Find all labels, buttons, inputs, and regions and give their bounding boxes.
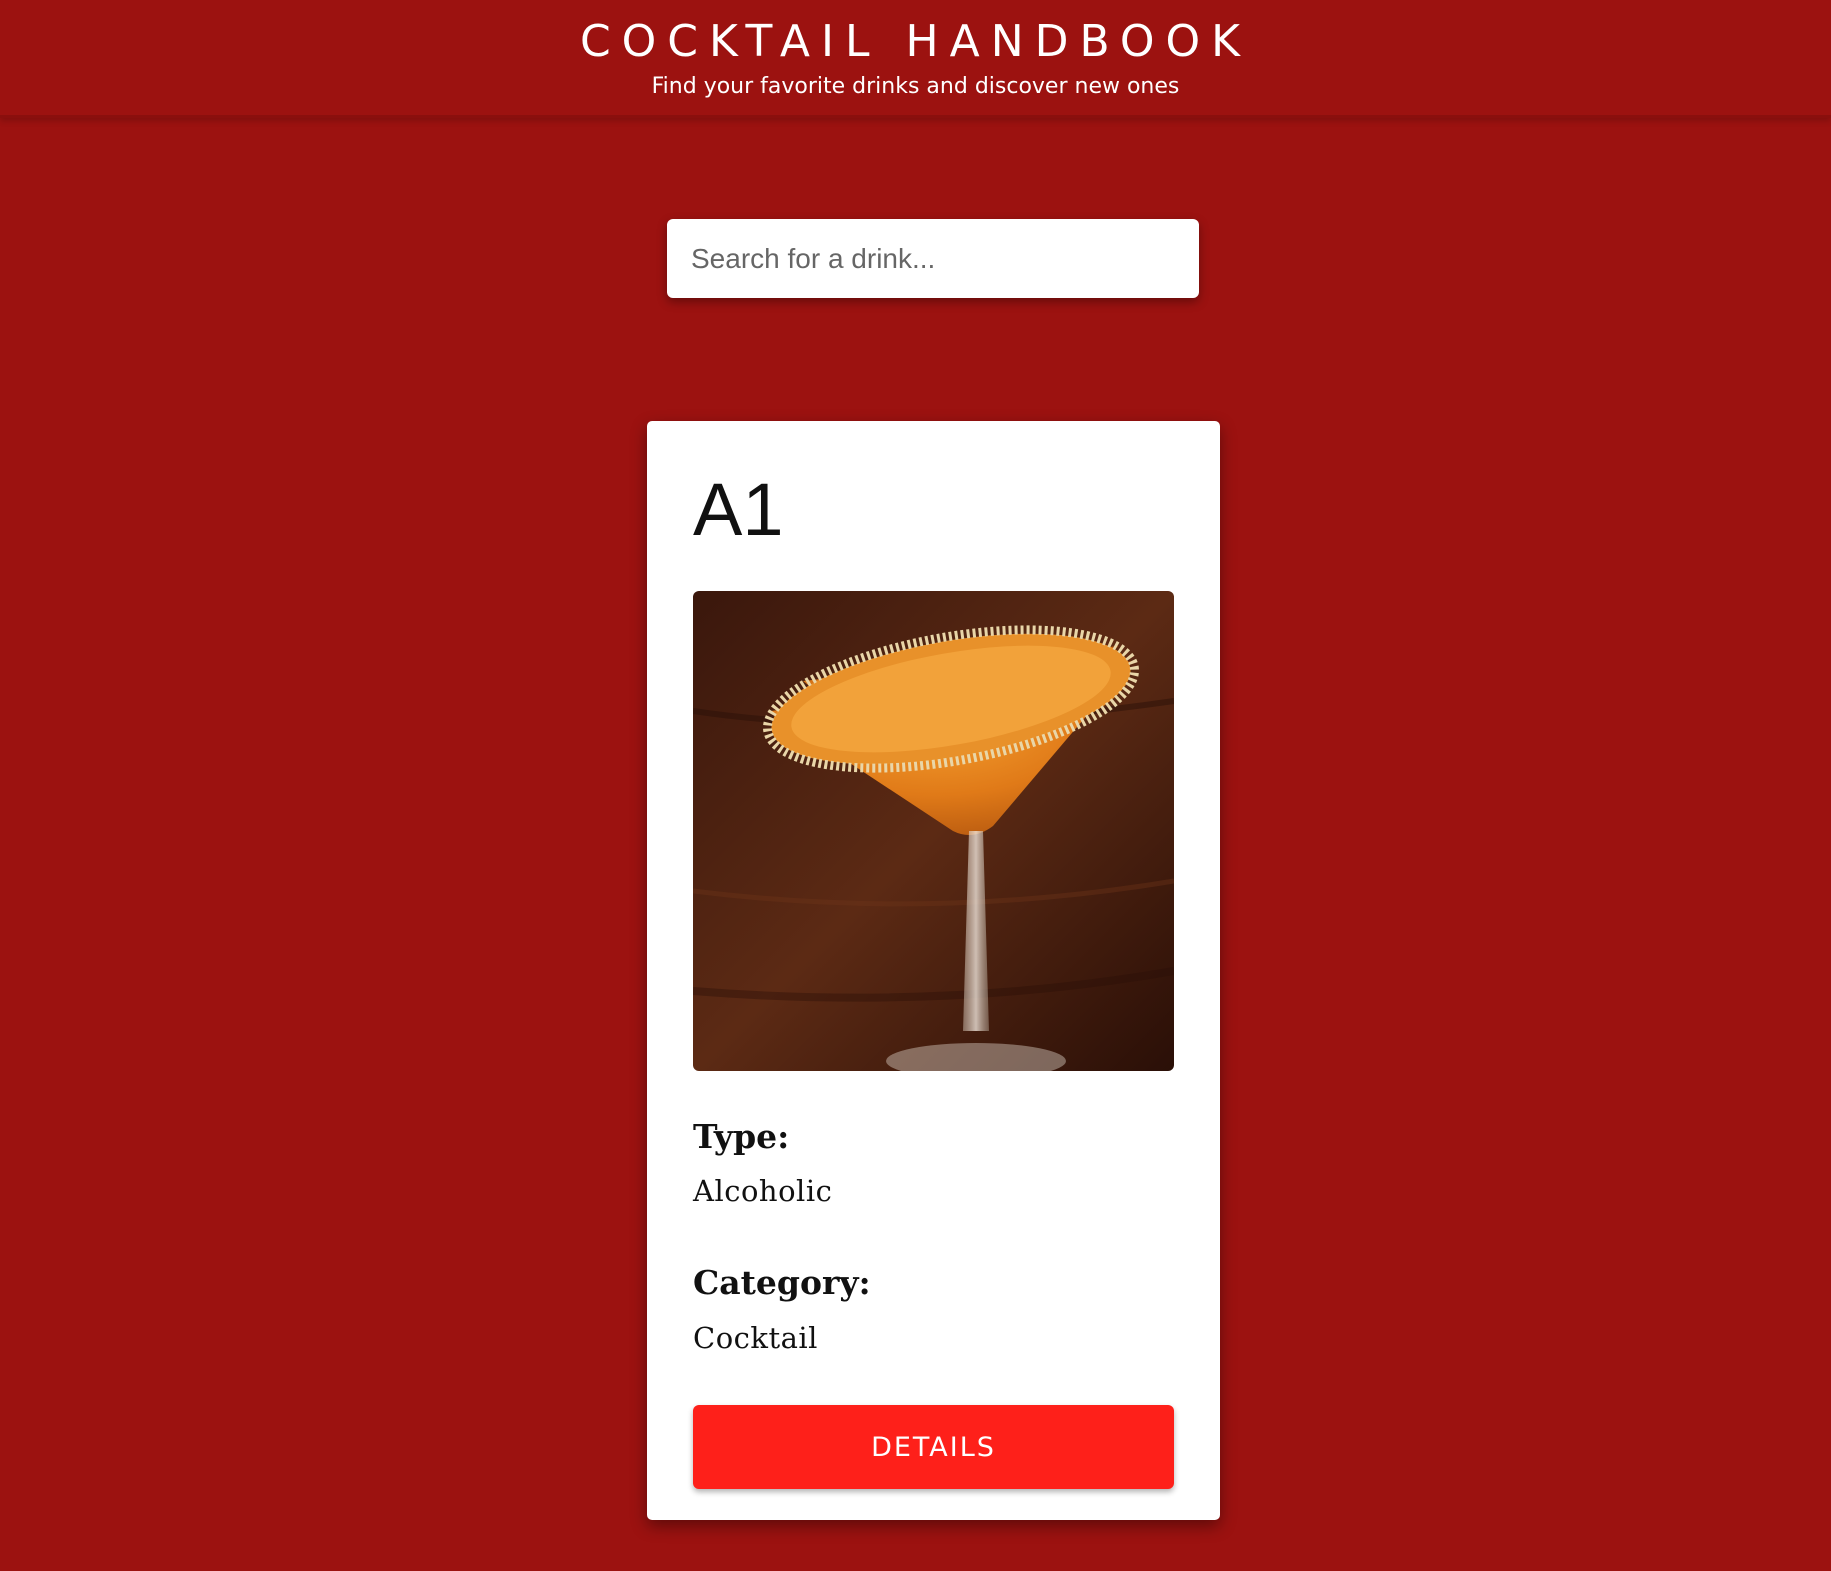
site-title: COCKTAIL HANDBOOK [579,16,1252,67]
site-header: COCKTAIL HANDBOOK Find your favorite dri… [0,0,1831,118]
drink-image [693,591,1174,1071]
search-box [667,219,1199,298]
site-subtitle: Find your favorite drinks and discover n… [651,74,1180,99]
drink-card: A1 Type: Alcoholic Category: Cocktail DE… [647,421,1220,1520]
category-label: Category: [693,1263,871,1302]
type-value: Alcoholic [693,1174,833,1208]
category-value: Cocktail [693,1321,818,1355]
search-input[interactable] [667,219,1199,298]
drink-name: A1 [693,468,784,551]
details-button[interactable]: DETAILS [693,1405,1174,1489]
type-label: Type: [693,1117,790,1156]
